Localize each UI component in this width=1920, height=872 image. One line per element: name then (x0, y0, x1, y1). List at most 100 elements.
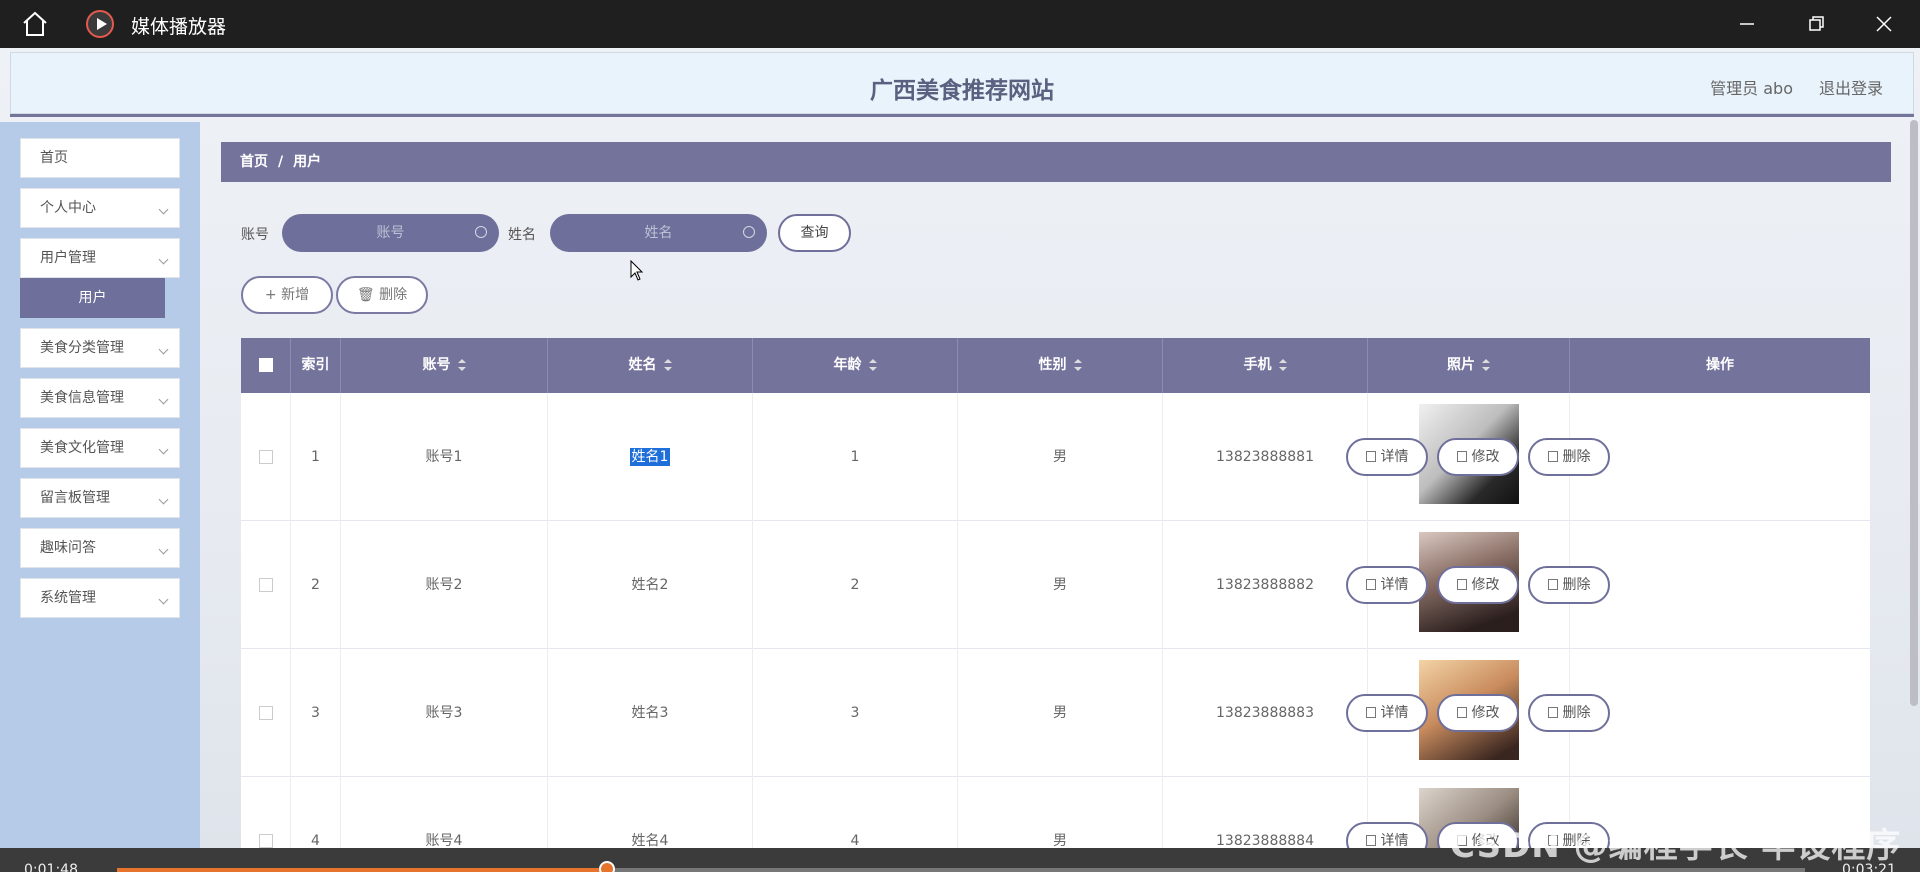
chevron-down-icon (158, 494, 169, 505)
seek-bar-fill (117, 868, 607, 872)
delete-button[interactable]: 删除 (1528, 694, 1610, 732)
account-search-input[interactable]: 账号 (282, 214, 499, 252)
watermark: CSDN @编程学长 毕设程序 (1450, 826, 1902, 866)
current-time: 0:01:48 (24, 862, 78, 872)
detail-label: 详情 (1380, 449, 1409, 465)
search-icon (475, 226, 487, 238)
cell-gender: 男 (958, 393, 1163, 521)
col-name[interactable]: 姓名 (548, 338, 753, 393)
col-gender[interactable]: 性别 (958, 338, 1163, 393)
sidebar-item[interactable]: 留言板管理 (20, 478, 180, 518)
table-row: 3 账号3 姓名3 3 男 13823888883 详情 修改 删除 (241, 649, 1870, 777)
window-titlebar: 媒体播放器 (0, 0, 1920, 48)
gender-value: 男 (1053, 577, 1067, 593)
cell-name: 姓名1 (548, 393, 753, 521)
sort-icon[interactable] (1278, 359, 1287, 371)
sort-icon[interactable] (1482, 359, 1490, 371)
select-all-cell (241, 338, 291, 393)
seek-bar-knob[interactable] (598, 861, 615, 872)
cell-name: 姓名3 (548, 649, 753, 777)
detail-button[interactable]: 详情 (1346, 438, 1428, 476)
edit-icon (1456, 707, 1467, 718)
col-index: 索引 (291, 338, 341, 393)
gender-value: 男 (1053, 833, 1067, 849)
col-age[interactable]: 年龄 (753, 338, 958, 393)
edit-button[interactable]: 修改 (1437, 566, 1519, 604)
logout-link[interactable]: 退出登录 (1819, 75, 1883, 99)
add-button[interactable]: + 新增 (241, 276, 333, 314)
col-phone[interactable]: 手机 (1163, 338, 1368, 393)
breadcrumb-separator: / (278, 154, 284, 170)
account-value: 账号4 (425, 833, 463, 849)
edit-button[interactable]: 修改 (1437, 438, 1519, 476)
sidebar-item[interactable]: 个人中心 (20, 188, 180, 228)
row-checkbox[interactable] (258, 450, 273, 464)
detail-label: 详情 (1380, 833, 1409, 849)
delete-icon (1547, 451, 1558, 462)
cell-phone: 13823888883 (1163, 649, 1368, 777)
seek-bar[interactable] (117, 861, 1805, 872)
sort-icon[interactable] (868, 359, 877, 371)
minimize-icon[interactable] (1735, 12, 1759, 36)
delete-icon (1547, 579, 1558, 590)
age-value: 4 (850, 833, 860, 849)
cell-index: 1 (291, 393, 341, 521)
account-search-label: 账号 (241, 227, 269, 243)
delete-button[interactable]: 删除 (1528, 438, 1610, 476)
breadcrumb-home[interactable]: 首页 (240, 154, 268, 170)
detail-icon (1365, 707, 1376, 718)
sidebar-item-label: 趣味问答 (40, 540, 96, 556)
row-checkbox[interactable] (258, 834, 273, 848)
cell-phone: 13823888881 (1163, 393, 1368, 521)
cell-index: 3 (291, 649, 341, 777)
chevron-down-icon (158, 204, 169, 215)
chevron-down-icon (158, 544, 169, 555)
col-account[interactable]: 账号 (341, 338, 548, 393)
delete-icon (1547, 707, 1558, 718)
page-scrollbar[interactable] (1910, 120, 1918, 706)
delete-label: 删除 (1562, 705, 1591, 721)
select-all-checkbox[interactable] (258, 358, 273, 372)
detail-button[interactable]: 详情 (1346, 566, 1428, 604)
sidebar-item[interactable]: 美食分类管理 (20, 328, 180, 368)
sidebar-item[interactable]: 系统管理 (20, 578, 180, 618)
col-actions: 操作 (1706, 357, 1734, 373)
cell-name: 姓名2 (548, 521, 753, 649)
sort-icon[interactable] (663, 359, 672, 371)
sidebar-item[interactable]: 美食信息管理 (20, 378, 180, 418)
sort-icon[interactable] (1073, 359, 1082, 371)
row-checkbox[interactable] (258, 578, 273, 592)
sidebar-item[interactable]: 趣味问答 (20, 528, 180, 568)
detail-label: 详情 (1380, 705, 1409, 721)
sidebar-item[interactable]: 用户管理 (20, 238, 180, 278)
detail-button[interactable]: 详情 (1346, 694, 1428, 732)
sort-icon[interactable] (457, 359, 466, 371)
cell-gender: 男 (958, 521, 1163, 649)
query-button[interactable]: 查询 (778, 214, 851, 252)
sidebar-subitem-user[interactable]: 用户 (20, 278, 165, 318)
sidebar-item[interactable]: 首页 (20, 138, 180, 178)
cell-check (241, 393, 291, 521)
breadcrumb: 首页 / 用户 (221, 142, 1891, 182)
restore-icon[interactable] (1804, 12, 1828, 36)
admin-label: 管理员 abo (1710, 79, 1793, 98)
close-icon[interactable] (1872, 12, 1896, 36)
name-search-input[interactable]: 姓名 (550, 214, 767, 252)
edit-button[interactable]: 修改 (1437, 694, 1519, 732)
delete-button[interactable]: 删除 (1528, 566, 1610, 604)
account-value: 账号3 (425, 705, 463, 721)
name-value: 姓名3 (631, 705, 669, 721)
row-checkbox[interactable] (258, 706, 273, 720)
age-value: 1 (850, 449, 860, 465)
sidebar-item[interactable]: 美食文化管理 (20, 428, 180, 468)
home-icon[interactable] (20, 10, 50, 38)
detail-icon (1365, 835, 1376, 846)
mouse-cursor-icon (630, 260, 644, 281)
phone-value: 13823888884 (1216, 833, 1314, 849)
age-value: 3 (850, 705, 860, 721)
batch-delete-button[interactable]: 🗑 删除 (336, 276, 428, 314)
cell-age: 1 (753, 393, 958, 521)
col-photo[interactable]: 照片 (1368, 338, 1570, 393)
name-search-label: 姓名 (508, 227, 536, 243)
chevron-down-icon (158, 254, 169, 265)
